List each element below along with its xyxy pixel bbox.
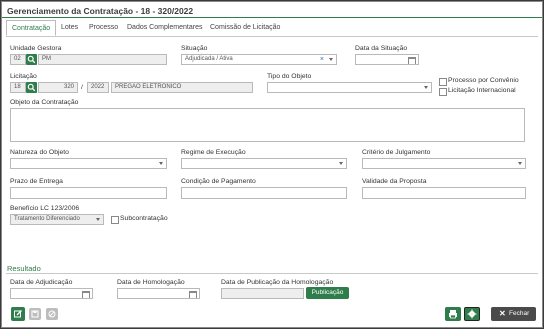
resultado-divider	[6, 273, 538, 274]
beneficio-select[interactable]: Tratamento Diferenciado	[10, 214, 104, 225]
chevron-down-icon	[329, 58, 333, 61]
print-icon	[449, 310, 457, 319]
unidade-gestora-label: Unidade Gestora	[10, 45, 62, 52]
situacao-value: Adjudicada / Ativa	[185, 56, 233, 62]
tipo-objeto-label: Tipo do Objeto	[267, 73, 312, 80]
calendar-icon[interactable]	[408, 57, 416, 64]
licitacao-internacional-checkbox[interactable]	[439, 88, 447, 96]
save-button[interactable]	[29, 308, 41, 320]
licitacao-code: 18	[10, 82, 26, 93]
situacao-label: Situação	[181, 45, 208, 52]
unidade-gestora-code: 02	[10, 54, 26, 65]
licitacao-separator: /	[81, 84, 83, 91]
data-situacao-field[interactable]	[355, 54, 419, 65]
gear-icon	[467, 309, 477, 319]
criterio-select[interactable]	[362, 158, 526, 169]
unidade-gestora-name: PM	[38, 54, 167, 65]
processo-convenio-checkbox[interactable]	[439, 78, 447, 86]
edit-icon	[14, 310, 22, 318]
processo-convenio-label: Processo por Convênio	[448, 77, 519, 84]
condicao-field[interactable]	[181, 187, 347, 199]
natureza-select[interactable]	[10, 158, 167, 169]
cancel-icon	[48, 310, 56, 318]
edit-button[interactable]	[11, 307, 25, 321]
publicacao-label: Data de Publicação da Homologação	[221, 279, 334, 286]
adjudicacao-field[interactable]	[10, 288, 93, 299]
tab-contratacao[interactable]: Contratação	[6, 20, 56, 36]
homologacao-label: Data de Homologação	[117, 279, 185, 286]
search-icon	[27, 83, 36, 92]
condicao-label: Condição de Pagamento	[181, 178, 256, 185]
resultado-title: Resultado	[7, 264, 41, 273]
clear-icon[interactable]: ×	[320, 55, 324, 64]
chevron-down-icon	[159, 162, 163, 165]
regime-select[interactable]	[181, 158, 347, 169]
criterio-label: Critério de Julgamento	[362, 149, 431, 156]
subcontratacao-checkbox[interactable]	[111, 216, 119, 224]
search-icon	[27, 55, 36, 64]
licitacao-modalidade: PREGÃO ELETRÔNICO	[111, 82, 253, 93]
window: Gerenciamento da Contratação - 18 - 320/…	[1, 1, 543, 328]
chevron-down-icon	[96, 218, 100, 221]
print-button[interactable]	[445, 307, 461, 321]
tipo-objeto-select[interactable]	[267, 82, 432, 93]
tab-divider	[6, 36, 538, 37]
beneficio-label: Benefício LC 123/2006	[10, 205, 80, 212]
natureza-label: Natureza do Objeto	[10, 149, 69, 156]
unidade-gestora-search-button[interactable]	[26, 54, 37, 65]
chevron-down-icon	[518, 162, 522, 165]
objeto-textarea[interactable]	[10, 108, 525, 142]
licitacao-internacional-label: Licitação Internacional	[448, 87, 516, 94]
validade-field[interactable]	[362, 187, 526, 199]
situacao-select[interactable]: Adjudicada / Ativa ×	[181, 54, 337, 65]
settings-button[interactable]	[464, 307, 480, 321]
chevron-down-icon	[339, 162, 343, 165]
close-button[interactable]: ✕ Fechar	[491, 307, 536, 321]
licitacao-search-button[interactable]	[26, 82, 37, 93]
beneficio-value: Tratamento Diferenciado	[14, 216, 80, 222]
title-divider	[2, 17, 542, 18]
prazo-label: Prazo de Entrega	[10, 178, 63, 185]
publicacao-button[interactable]: Publicação	[306, 287, 349, 299]
prazo-field[interactable]	[10, 187, 167, 199]
adjudicacao-label: Data de Adjudicação	[10, 279, 73, 286]
publicacao-field	[221, 288, 304, 299]
calendar-icon[interactable]	[189, 291, 197, 298]
close-button-label: Fechar	[509, 310, 530, 317]
calendar-icon[interactable]	[82, 291, 90, 298]
validade-label: Validade da Proposta	[362, 178, 427, 185]
save-icon	[31, 310, 39, 318]
close-icon: ✕	[499, 309, 506, 318]
regime-label: Regime de Execução	[181, 149, 246, 156]
window-title: Gerenciamento da Contratação - 18 - 320/…	[7, 6, 194, 16]
tab-processo[interactable]: Processo	[84, 20, 122, 36]
licitacao-number: 320	[38, 82, 78, 93]
subcontratacao-label: Subcontratação	[120, 215, 168, 222]
cancel-button[interactable]	[46, 308, 58, 320]
chevron-down-icon	[424, 86, 428, 89]
data-situacao-label: Data da Situação	[355, 45, 408, 52]
objeto-label: Objeto da Contratação	[10, 99, 79, 106]
licitacao-year: 2022	[87, 82, 109, 93]
tab-dados-complementares[interactable]: Dados Complementares	[122, 20, 205, 36]
tab-comissao-licitacao[interactable]: Comissão de Licitação	[205, 20, 287, 36]
tab-lotes[interactable]: Lotes	[56, 20, 84, 36]
homologacao-field[interactable]	[117, 288, 200, 299]
licitacao-label: Licitação	[10, 73, 37, 80]
